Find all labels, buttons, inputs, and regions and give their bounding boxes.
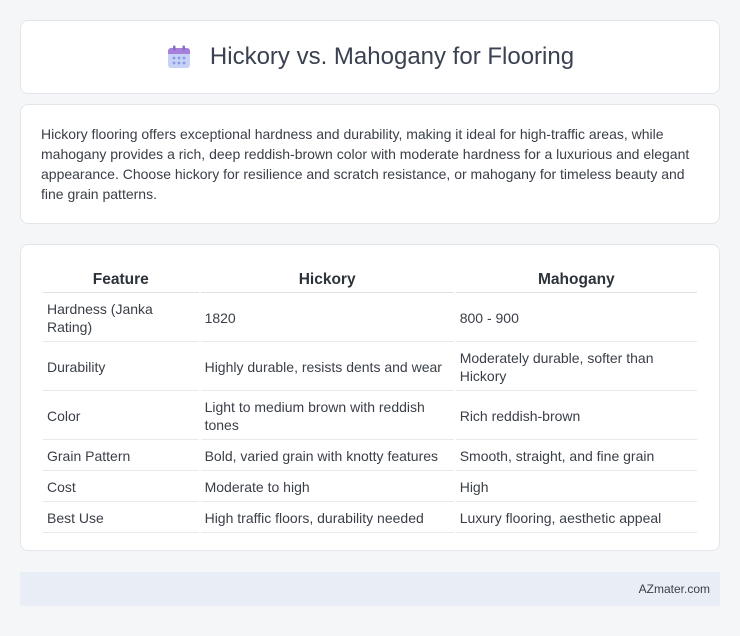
cell-mahogany: High bbox=[455, 473, 697, 502]
cell-mahogany: 800 - 900 bbox=[455, 295, 697, 342]
title-card: Hickory vs. Mahogany for Flooring bbox=[20, 20, 720, 94]
cell-mahogany: Rich reddish-brown bbox=[455, 393, 697, 440]
table-row: Grain Pattern Bold, varied grain with kn… bbox=[43, 442, 697, 471]
table-row: Color Light to medium brown with reddish… bbox=[43, 393, 697, 440]
cell-hickory: Bold, varied grain with knotty features bbox=[200, 442, 454, 471]
cell-mahogany: Luxury flooring, aesthetic appeal bbox=[455, 504, 697, 533]
cell-feature: Best Use bbox=[43, 504, 199, 533]
comparison-card: Feature Hickory Mahogany Hardness (Janka… bbox=[20, 244, 720, 551]
header-feature: Feature bbox=[43, 267, 199, 293]
footer-bar: AZmater.com bbox=[20, 572, 720, 606]
page-title: Hickory vs. Mahogany for Flooring bbox=[209, 43, 575, 70]
table-row: Durability Highly durable, resists dents… bbox=[43, 344, 697, 391]
cell-mahogany: Smooth, straight, and fine grain bbox=[455, 442, 697, 471]
cell-feature: Cost bbox=[43, 473, 199, 502]
header-mahogany: Mahogany bbox=[455, 267, 697, 293]
cell-hickory: Highly durable, resists dents and wear bbox=[200, 344, 454, 391]
title-row: Hickory vs. Mahogany for Flooring bbox=[166, 43, 574, 71]
cell-feature: Color bbox=[43, 393, 199, 440]
cell-hickory: Moderate to high bbox=[200, 473, 454, 502]
cell-hickory: High traffic floors, durability needed bbox=[200, 504, 454, 533]
cell-hickory: 1820 bbox=[200, 295, 454, 342]
calendar-icon bbox=[166, 44, 192, 70]
table-row: Best Use High traffic floors, durability… bbox=[43, 504, 697, 533]
table-row: Cost Moderate to high High bbox=[43, 473, 697, 502]
summary-text: Hickory flooring offers exceptional hard… bbox=[41, 126, 690, 202]
footer-source-link[interactable]: AZmater.com bbox=[639, 582, 710, 596]
cell-feature: Durability bbox=[43, 344, 199, 391]
cell-hickory: Light to medium brown with reddish tones bbox=[200, 393, 454, 440]
summary-card: Hickory flooring offers exceptional hard… bbox=[20, 104, 720, 224]
comparison-table: Feature Hickory Mahogany Hardness (Janka… bbox=[41, 265, 699, 535]
header-hickory: Hickory bbox=[200, 267, 454, 293]
table-row: Hardness (Janka Rating) 1820 800 - 900 bbox=[43, 295, 697, 342]
cell-mahogany: Moderately durable, softer than Hickory bbox=[455, 344, 697, 391]
table-header-row: Feature Hickory Mahogany bbox=[43, 267, 697, 293]
cell-feature: Hardness (Janka Rating) bbox=[43, 295, 199, 342]
cell-feature: Grain Pattern bbox=[43, 442, 199, 471]
